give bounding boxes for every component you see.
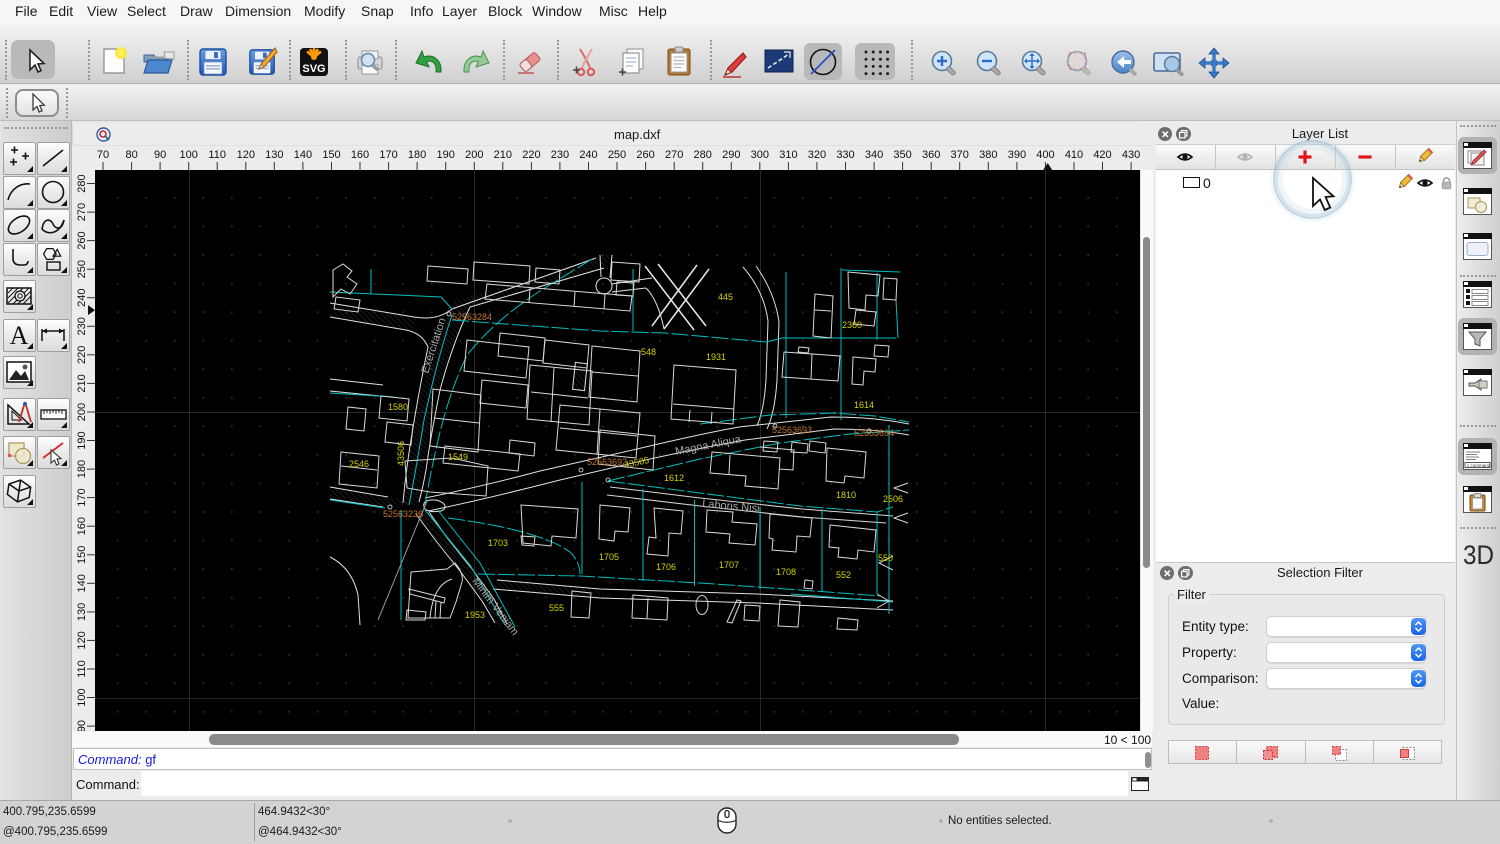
svg-text:140: 140	[76, 574, 88, 592]
svg-text:1612: 1612	[664, 473, 684, 483]
svg-text:290: 290	[722, 149, 740, 161]
svg-text:120: 120	[237, 149, 255, 161]
svg-text:340: 340	[865, 149, 883, 161]
svg-text:270: 270	[665, 149, 683, 161]
svg-text:310: 310	[779, 149, 797, 161]
svg-text:220: 220	[522, 149, 540, 161]
svg-text:410: 410	[1065, 149, 1083, 161]
svg-text:160: 160	[76, 517, 88, 535]
svg-text:140: 140	[294, 149, 312, 161]
svg-text:180: 180	[76, 460, 88, 478]
svg-text:548: 548	[641, 347, 656, 357]
svg-text:170: 170	[379, 149, 397, 161]
svg-text:445: 445	[718, 292, 733, 302]
svg-text:1708: 1708	[776, 567, 796, 577]
svg-text:1549: 1549	[448, 452, 468, 462]
svg-text:2546: 2546	[349, 459, 369, 469]
svg-text:100: 100	[76, 688, 88, 706]
svg-text:110: 110	[76, 660, 88, 678]
svg-text:250: 250	[608, 149, 626, 161]
svg-text:420: 420	[1093, 149, 1111, 161]
svg-text:1931: 1931	[706, 352, 726, 362]
svg-text:180: 180	[408, 149, 426, 161]
svg-text:220: 220	[76, 346, 88, 364]
svg-text:250: 250	[76, 260, 88, 278]
svg-text:Laboris Nisi: Laboris Nisi	[702, 498, 760, 515]
svg-text:150: 150	[76, 546, 88, 564]
svg-text:350: 350	[893, 149, 911, 161]
svg-text:1707: 1707	[719, 560, 739, 570]
svg-text:240: 240	[76, 289, 88, 307]
svg-text:210: 210	[494, 149, 512, 161]
svg-text:380: 380	[979, 149, 997, 161]
svg-text:430: 430	[1122, 149, 1140, 161]
svg-text:110: 110	[208, 149, 226, 161]
svg-text:360: 360	[922, 149, 940, 161]
svg-text:52563236: 52563236	[383, 509, 423, 519]
svg-text:2360: 2360	[842, 320, 862, 330]
svg-text:550: 550	[878, 553, 893, 563]
svg-text:555: 555	[549, 603, 564, 613]
svg-text:1706: 1706	[656, 562, 676, 572]
svg-text:230: 230	[76, 317, 88, 335]
svg-text:230: 230	[551, 149, 569, 161]
svg-text:90: 90	[154, 149, 166, 161]
svg-text:190: 190	[76, 431, 88, 449]
svg-text:1810: 1810	[836, 490, 856, 500]
svg-text:2506: 2506	[883, 494, 903, 504]
svg-text:200: 200	[76, 403, 88, 421]
svg-text:150: 150	[322, 149, 340, 161]
svg-text:210: 210	[76, 374, 88, 392]
svg-text:52563694: 52563694	[854, 428, 894, 438]
svg-text:390: 390	[1008, 149, 1026, 161]
svg-text:1614: 1614	[854, 400, 874, 410]
svg-text:c command: c command	[1467, 462, 1491, 467]
svg-text:100: 100	[180, 149, 198, 161]
svg-text:320: 320	[808, 149, 826, 161]
svg-text:130: 130	[76, 603, 88, 621]
svg-text:1703: 1703	[488, 538, 508, 548]
svg-text:280: 280	[694, 149, 712, 161]
svg-text:52563284: 52563284	[452, 312, 492, 322]
svg-text:120: 120	[76, 631, 88, 649]
svg-text:280: 280	[76, 174, 88, 192]
svg-text:200: 200	[465, 149, 483, 161]
svg-text:43506: 43506	[396, 441, 406, 466]
svg-text:260: 260	[76, 231, 88, 249]
svg-text:400: 400	[1036, 149, 1054, 161]
svg-text:52563692: 52563692	[587, 457, 627, 467]
svg-text:160: 160	[351, 149, 369, 161]
svg-text:130: 130	[265, 149, 283, 161]
svg-text:370: 370	[951, 149, 969, 161]
svg-text:170: 170	[76, 488, 88, 506]
svg-text:1953: 1953	[465, 610, 485, 620]
svg-text:270: 270	[76, 203, 88, 221]
svg-text:300: 300	[751, 149, 769, 161]
svg-text:80: 80	[125, 149, 137, 161]
svg-text:330: 330	[836, 149, 854, 161]
svg-text:552: 552	[836, 570, 851, 580]
svg-text:240: 240	[579, 149, 597, 161]
svg-text:260: 260	[636, 149, 654, 161]
svg-text:1705: 1705	[599, 552, 619, 562]
svg-text:190: 190	[437, 149, 455, 161]
svg-text:52563693: 52563693	[772, 425, 812, 435]
svg-text:1580: 1580	[388, 402, 408, 412]
